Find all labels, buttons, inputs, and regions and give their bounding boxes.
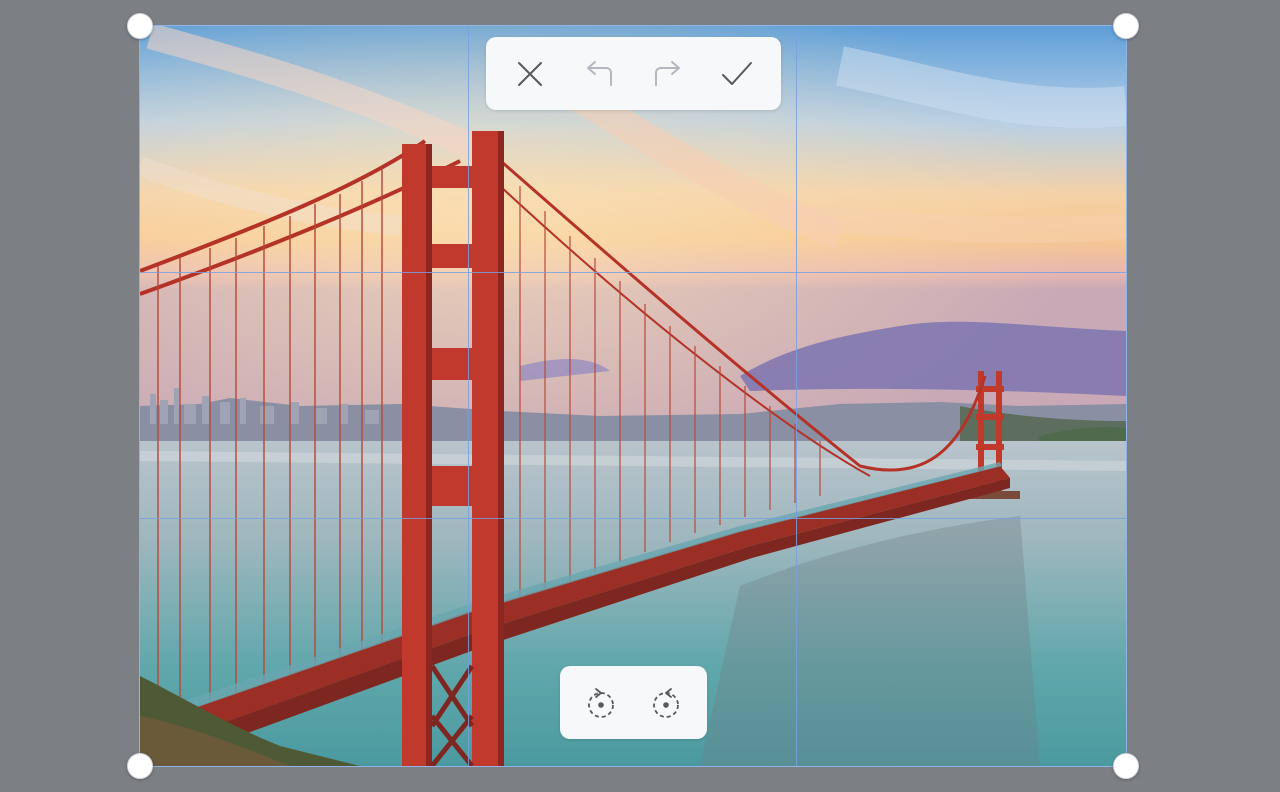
check-icon	[721, 61, 752, 85]
undo-button[interactable]	[575, 50, 623, 98]
redo-button[interactable]	[644, 50, 692, 98]
confirm-button[interactable]	[713, 50, 761, 98]
cancel-button[interactable]	[506, 50, 554, 98]
rotate-right-icon	[653, 687, 680, 718]
crop-handle-top-left[interactable]	[127, 13, 153, 39]
rotate-left-icon	[587, 687, 614, 718]
crop-frame[interactable]	[139, 25, 1127, 767]
crop-handle-bottom-left[interactable]	[127, 753, 153, 779]
close-icon	[518, 61, 543, 86]
rotate-toolbar	[560, 666, 707, 739]
grid-line-horizontal-1	[140, 272, 1126, 273]
redo-icon	[654, 60, 680, 86]
grid-line-horizontal-2	[140, 518, 1126, 519]
grid-line-vertical-1	[468, 26, 469, 766]
crop-handle-bottom-right[interactable]	[1113, 753, 1139, 779]
crop-handle-top-right[interactable]	[1113, 13, 1139, 39]
grid-line-vertical-2	[796, 26, 797, 766]
rotate-left-button[interactable]	[577, 679, 625, 727]
edit-toolbar	[486, 37, 781, 110]
rotate-right-button[interactable]	[642, 679, 690, 727]
photo-golden-gate-bridge	[140, 26, 1126, 766]
photo-crop-editor	[0, 0, 1280, 792]
undo-icon	[587, 60, 613, 86]
